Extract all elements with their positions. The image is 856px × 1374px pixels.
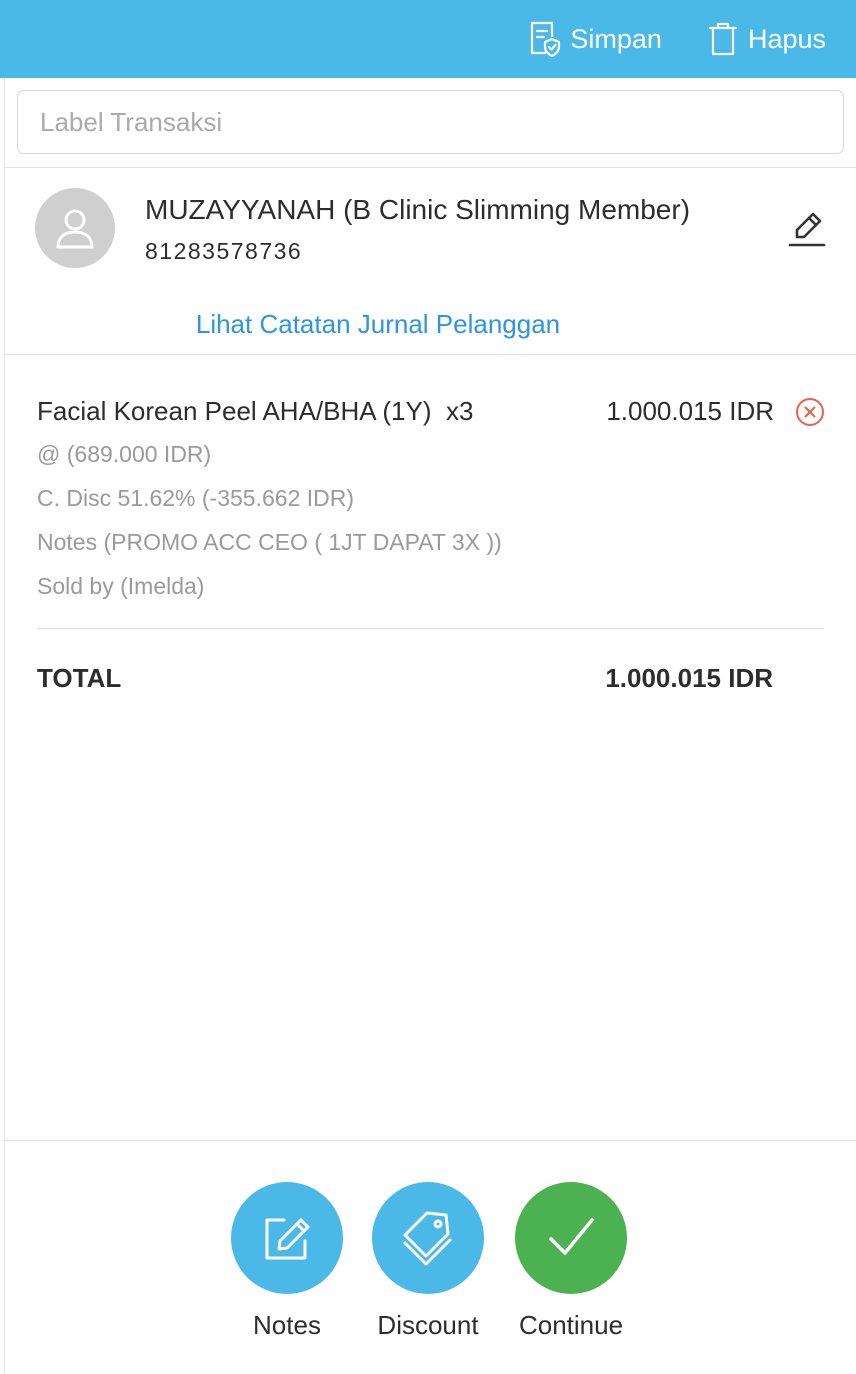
continue-button-circle[interactable] (515, 1182, 627, 1294)
transaction-label-input[interactable] (17, 90, 844, 154)
close-circle-icon[interactable] (795, 397, 825, 427)
discount-button[interactable]: Discount (353, 1182, 503, 1341)
save-label: Simpan (570, 23, 662, 54)
avatar (35, 188, 115, 268)
tags-icon (403, 1211, 452, 1266)
delete-label: Hapus (747, 23, 826, 54)
check-icon (549, 1218, 594, 1255)
item-name: Facial Korean Peel AHA/BHA (1Y) (37, 396, 432, 426)
item-sold-by: Sold by (Imelda) (37, 573, 205, 599)
edit-note-icon (265, 1218, 310, 1260)
discount-label: Discount (377, 1310, 479, 1340)
discount-button-circle[interactable] (372, 1182, 484, 1294)
save-button[interactable]: Simpan (528, 20, 662, 58)
notes-button-circle[interactable] (231, 1182, 343, 1294)
total-label: TOTAL (37, 663, 122, 693)
item-notes: Notes (PROMO ACC CEO ( 1JT DAPAT 3X )) (37, 529, 502, 555)
transaction-label-section (5, 78, 856, 168)
save-document-icon (531, 21, 561, 58)
user-icon (56, 209, 94, 249)
customer-phone: 81283578736 (145, 238, 303, 264)
item-quantity: x3 (445, 396, 474, 426)
action-bar-divider (5, 1140, 856, 1141)
total-value: 1.000.015 IDR (605, 663, 773, 693)
continue-label: Continue (518, 1310, 624, 1340)
pos-transaction-panel: Simpan Hapus MUZAYYANAH (B Clinic Slimmi… (0, 0, 856, 1374)
trash-icon (708, 22, 738, 56)
pencil-icon[interactable] (786, 208, 828, 250)
notes-label: Notes (253, 1310, 321, 1340)
top-toolbar: Simpan Hapus (0, 0, 856, 78)
item-discount: C. Disc 51.62% (-355.662 IDR) (37, 485, 355, 511)
customer-journal-link[interactable]: Lihat Catatan Jurnal Pelanggan (5, 309, 751, 340)
divider (37, 628, 824, 629)
item-unit-price: @ (689.000 IDR) (37, 441, 212, 467)
item-name-line: Facial Korean Peel AHA/BHA (1Y) x3 (37, 396, 473, 427)
notes-button[interactable]: Notes (212, 1182, 362, 1341)
delete-button[interactable]: Hapus (706, 20, 826, 58)
item-price: 1.000.015 IDR (606, 396, 774, 426)
continue-button[interactable]: Continue (496, 1182, 646, 1341)
customer-card: MUZAYYANAH (B Clinic Slimming Member) 81… (5, 168, 856, 355)
customer-name: MUZAYYANAH (B Clinic Slimming Member) (145, 194, 691, 225)
